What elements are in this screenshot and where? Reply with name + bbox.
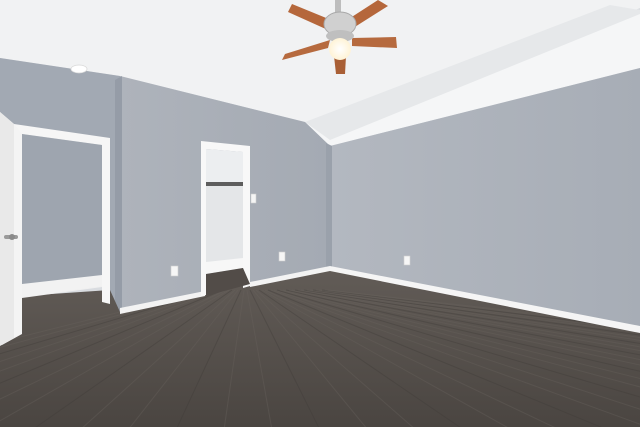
empty-bedroom-photo [0, 0, 640, 427]
outlet-right [403, 255, 411, 266]
fan-light [329, 38, 351, 60]
outlet-left [170, 265, 179, 277]
room-illustration [0, 0, 640, 427]
outlet-center [278, 251, 286, 262]
smoke-detector [70, 64, 88, 74]
light-switch[interactable] [250, 193, 257, 204]
closet-rod-shelf [206, 182, 243, 186]
